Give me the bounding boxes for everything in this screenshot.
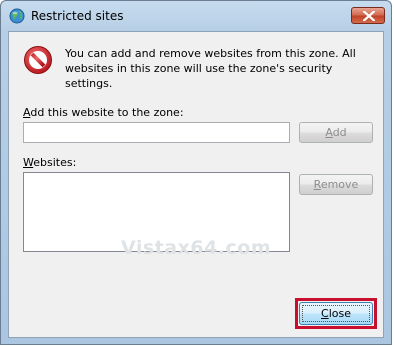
remove-button-accel: R bbox=[313, 178, 321, 191]
no-entry-icon bbox=[23, 45, 53, 75]
close-button[interactable]: Close bbox=[299, 302, 373, 325]
close-button-text: lose bbox=[328, 307, 351, 320]
add-website-label-text: dd this website to the zone: bbox=[30, 106, 184, 119]
zone-info-text: You can add and remove websites from thi… bbox=[65, 47, 356, 90]
websites-label-text: ebsites: bbox=[33, 156, 77, 169]
title-bar[interactable]: Restricted sites bbox=[1, 1, 393, 31]
add-button-text: dd bbox=[332, 126, 347, 139]
watermark: Vistax64.com bbox=[121, 237, 272, 259]
websites-label: Websites: bbox=[23, 156, 76, 169]
window-title: Restricted sites bbox=[31, 9, 124, 23]
add-button[interactable]: Add bbox=[299, 122, 373, 143]
globe-icon bbox=[9, 8, 25, 24]
close-window-button[interactable] bbox=[351, 7, 385, 24]
dialog-client-area: You can add and remove websites from thi… bbox=[8, 31, 384, 338]
close-button-accel: C bbox=[321, 307, 329, 320]
add-button-accel: A bbox=[325, 126, 333, 139]
close-icon bbox=[363, 11, 375, 21]
restricted-sites-dialog: Restricted sites You can add and remove bbox=[0, 0, 392, 345]
add-website-label: Add this website to the zone: bbox=[23, 106, 184, 119]
remove-button[interactable]: Remove bbox=[299, 174, 373, 195]
website-input[interactable] bbox=[23, 122, 290, 143]
remove-button-text: emove bbox=[320, 178, 359, 191]
websites-label-accel: W bbox=[23, 156, 34, 169]
